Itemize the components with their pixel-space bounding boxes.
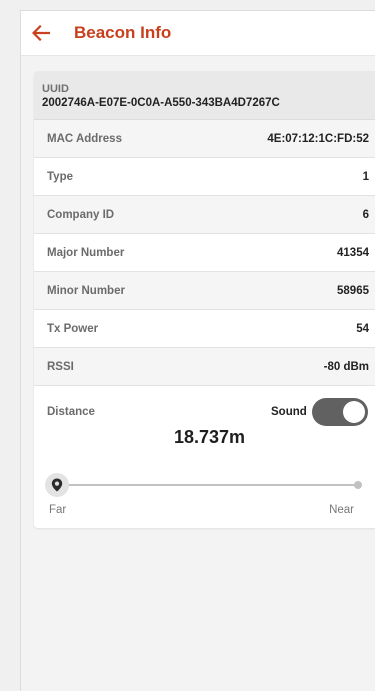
slider-track [57,484,358,486]
back-button[interactable] [21,11,61,56]
uuid-section: UUID 2002746A-E07E-0C0A-A550-343BA4D7267… [34,71,375,120]
row-label: Tx Power [47,322,99,335]
sound-toggle[interactable] [312,398,368,426]
row-label: Company ID [47,208,115,221]
row-value: 4E:07:12:1C:FD:52 [267,132,369,145]
row-label: Minor Number [47,284,125,297]
distance-label: Distance [47,406,95,418]
toggle-knob [343,401,365,423]
row-value: -80 dBm [323,360,369,373]
screen: Beacon Info UUID 2002746A-E07E-0C0A-A550… [20,10,375,691]
beacon-info-card: UUID 2002746A-E07E-0C0A-A550-343BA4D7267… [34,71,375,528]
row-tx-power: Tx Power 54 [34,310,375,348]
row-value: 41354 [337,246,369,259]
distance-section: Distance Sound 18.737m Far Near [34,386,375,528]
page-title: Beacon Info [74,23,172,42]
row-company-id: Company ID 6 [34,196,375,234]
slider-end-dot [354,481,362,489]
sound-label: Sound [271,406,307,418]
near-label: Near [329,504,354,516]
location-pin-icon [51,478,63,492]
row-value: 6 [362,208,369,221]
proximity-slider[interactable] [45,473,362,497]
row-mac-address: MAC Address 4E:07:12:1C:FD:52 [34,120,375,158]
row-value: 58965 [337,284,369,297]
row-label: Major Number [47,246,125,259]
far-label: Far [49,504,67,516]
row-label: MAC Address [47,132,122,145]
distance-value: 18.737m [174,427,246,447]
app-bar: Beacon Info [21,11,375,56]
row-value: 54 [356,322,369,335]
row-label: RSSI [47,360,74,373]
row-type: Type 1 [34,158,375,196]
uuid-value: 2002746A-E07E-0C0A-A550-343BA4D7267C [42,97,280,109]
arrow-left-icon [32,25,50,41]
slider-thumb[interactable] [45,473,69,497]
uuid-label: UUID [42,83,69,95]
row-label: Type [47,170,73,183]
row-value: 1 [362,170,369,183]
row-major-number: Major Number 41354 [34,234,375,272]
row-rssi: RSSI -80 dBm [34,348,375,386]
row-minor-number: Minor Number 58965 [34,272,375,310]
